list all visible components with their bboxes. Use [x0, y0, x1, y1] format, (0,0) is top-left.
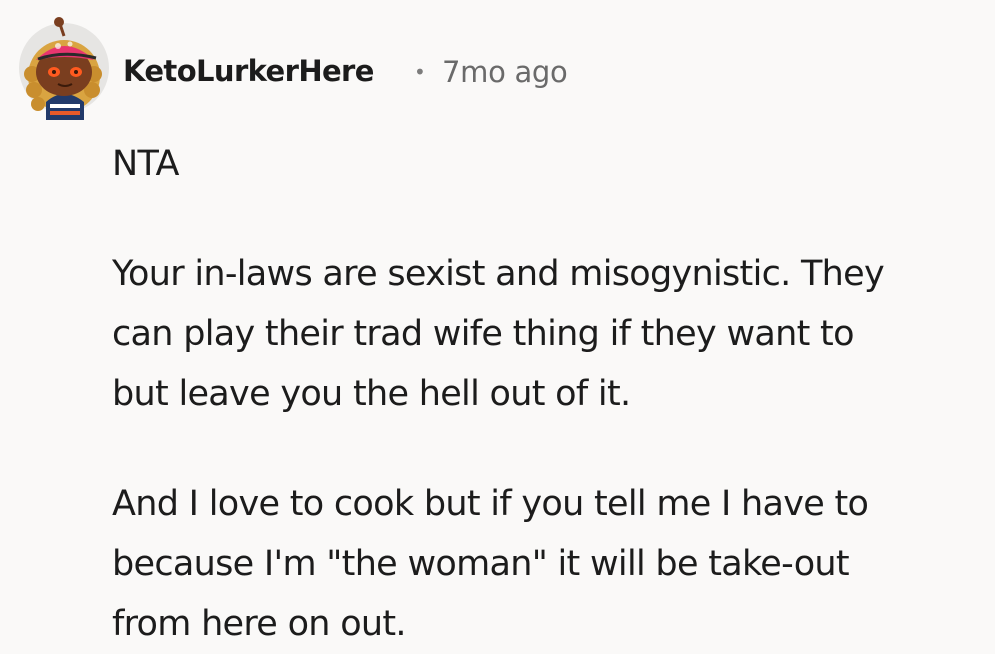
comment-timestamp[interactable]: 7mo ago [442, 55, 568, 89]
comment: KetoLurkerHere • 7mo ago NTA Your in-law… [0, 0, 995, 650]
comment-body: NTA Your in-laws are sexist and misogyni… [112, 134, 982, 654]
author-username[interactable]: KetoLurkerHere [123, 54, 374, 88]
comment-paragraph: NTA [112, 144, 179, 184]
meta-separator: • [414, 60, 426, 84]
comment-paragraph: And I love to cook but if you tell me I … [112, 484, 869, 644]
comment-paragraph: Your in-laws are sexist and misogynistic… [112, 254, 885, 414]
user-avatar[interactable] [18, 14, 118, 120]
snoo-avatar-icon [19, 17, 109, 120]
